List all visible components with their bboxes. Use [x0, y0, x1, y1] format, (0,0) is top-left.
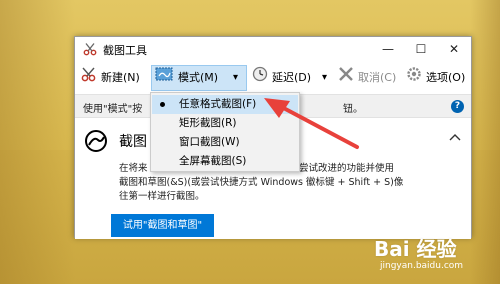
- menu-item-label: 窗口截图(W): [179, 136, 240, 148]
- new-button[interactable]: 新建(N): [101, 67, 140, 89]
- cancel-button[interactable]: 取消(C): [358, 67, 396, 89]
- background-shade-left: [0, 0, 75, 284]
- maximize-button[interactable]: ☐: [406, 39, 436, 59]
- help-icon[interactable]: ?: [451, 100, 464, 113]
- cancel-x-icon[interactable]: [337, 66, 355, 82]
- mode-icon[interactable]: [155, 66, 173, 82]
- minimize-button[interactable]: —: [373, 39, 403, 59]
- mode-button[interactable]: 模式(M): [178, 67, 218, 89]
- options-button[interactable]: 选项(O): [426, 67, 465, 89]
- clock-icon[interactable]: [251, 66, 269, 82]
- menu-item-freeform[interactable]: 任意格式截图(F): [152, 95, 298, 114]
- watermark-logo: Bai 经验: [374, 237, 457, 261]
- delay-button[interactable]: 延迟(D): [272, 67, 311, 89]
- panel-line-1b: 尝试改进的功能并使用: [299, 163, 395, 174]
- panel-title: 截图: [119, 134, 147, 150]
- snip-sketch-icon: [85, 130, 107, 152]
- new-snip-icon[interactable]: [80, 66, 98, 82]
- menu-item-label: 全屏幕截图(S): [179, 155, 247, 167]
- menu-item-label: 任意格式截图(F): [179, 98, 257, 110]
- title-bar: 截图工具 — ☐ ✕: [75, 37, 471, 61]
- gear-icon[interactable]: [405, 66, 423, 82]
- info-text: 使用"模式"按: [83, 104, 143, 115]
- menu-item-fullscreen[interactable]: 全屏幕截图(S): [152, 152, 298, 171]
- info-text-end: 钮。: [343, 104, 363, 115]
- watermark-url: jingyan.baidu.com: [380, 261, 464, 271]
- selected-bullet-icon: [160, 102, 165, 107]
- delay-dropdown-arrow[interactable]: ▾: [322, 67, 327, 89]
- window-title: 截图工具: [103, 44, 147, 57]
- panel-line-2: 截图和草图(&S)(或尝试快捷方式 Windows 徽标键 + Shift + …: [119, 177, 404, 188]
- toolbar: 新建(N) 模式(M) ▾ 延迟(D) ▾ 取消(C) 选项(O): [75, 63, 471, 93]
- try-snip-sketch-button[interactable]: 试用"截图和草图": [111, 214, 214, 237]
- menu-item-rectangle[interactable]: 矩形截图(R): [152, 114, 298, 133]
- close-button[interactable]: ✕: [439, 39, 469, 59]
- panel-line-3: 往第一样进行截图。: [119, 191, 205, 202]
- mode-dropdown-menu: 任意格式截图(F) 矩形截图(R) 窗口截图(W) 全屏幕截图(S): [150, 92, 300, 172]
- panel-line-1a: 在将来: [119, 163, 148, 174]
- scissors-icon: [83, 43, 97, 56]
- mode-dropdown-arrow[interactable]: ▾: [233, 67, 238, 89]
- menu-item-window[interactable]: 窗口截图(W): [152, 133, 298, 152]
- menu-item-label: 矩形截图(R): [179, 117, 237, 129]
- chevron-up-icon[interactable]: [449, 132, 461, 144]
- baidu-watermark: Bai 经验 jingyan.baidu.com: [374, 233, 494, 281]
